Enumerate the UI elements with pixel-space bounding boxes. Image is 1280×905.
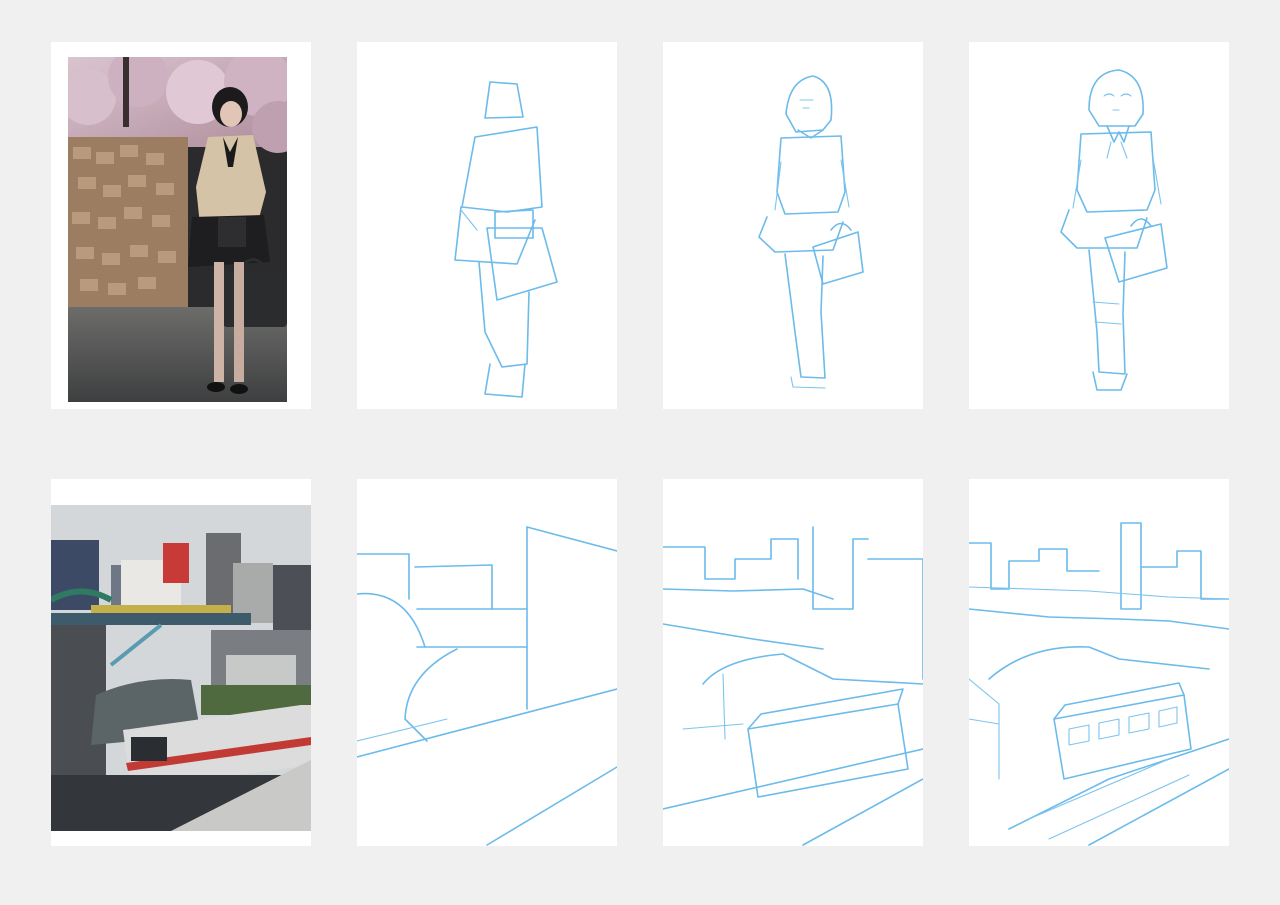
figure-rough-sketch (454, 81, 558, 398)
figure-final-sketch (1060, 69, 1168, 391)
figure-reference-photo-card (51, 42, 311, 409)
city-mid-sketch-card (663, 479, 923, 846)
figure-mid-sketch (758, 75, 864, 389)
figure-final-sketch-card (969, 42, 1229, 409)
figure-rough-sketch-card (357, 42, 617, 409)
city-final-sketch (969, 522, 1229, 846)
city-rough-sketch (357, 526, 617, 846)
city-final-sketch-card (969, 479, 1229, 846)
city-reference-photo-card (51, 479, 311, 846)
city-rough-sketch-card (357, 479, 617, 846)
city-reference-photo (51, 505, 311, 831)
figure-mid-sketch-card (663, 42, 923, 409)
city-mid-sketch (663, 526, 923, 846)
figure-reference-photo (68, 57, 287, 402)
